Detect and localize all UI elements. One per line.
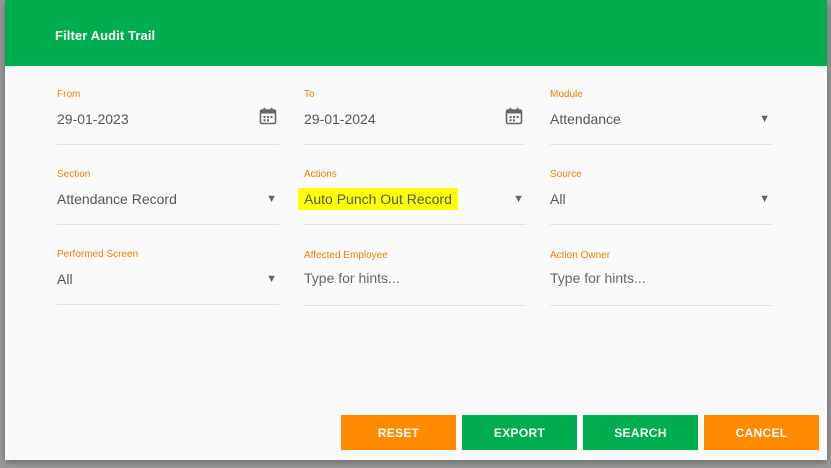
cancel-button[interactable]: CANCEL [704,415,819,450]
actions-label: Actions [304,169,337,180]
actions-select[interactable]: Actions Auto Punch Out Record ▼ [298,169,526,225]
chevron-down-icon[interactable]: ▼ [759,193,770,205]
action-owner-label: Action Owner [550,250,611,261]
dialog-header: Filter Audit Trail [5,0,827,66]
section-label: Section [57,169,91,180]
from-label: From [57,89,81,100]
performed-screen-select[interactable]: Performed Screen All ▼ [57,249,279,305]
from-date-value[interactable]: 29-01-2023 [57,111,129,127]
performed-screen-value[interactable]: All [57,271,73,287]
dialog-title: Filter Audit Trail [55,28,156,43]
calendar-icon[interactable] [259,107,277,125]
module-select[interactable]: Module Attendance ▼ [550,89,772,145]
calendar-icon[interactable] [505,107,523,125]
module-value[interactable]: Attendance [550,111,621,127]
action-owner-field[interactable]: Action Owner [550,250,772,306]
source-select[interactable]: Source All ▼ [550,169,772,225]
filter-audit-trail-dialog: Filter Audit Trail From 29-01-2023 To 29… [5,0,827,460]
export-button[interactable]: EXPORT [462,415,577,450]
action-owner-input[interactable] [550,270,772,286]
to-date-value[interactable]: 29-01-2024 [304,111,376,127]
chevron-down-icon[interactable]: ▼ [266,193,277,205]
affected-employee-input[interactable] [304,270,526,286]
actions-value[interactable]: Auto Punch Out Record [298,188,458,210]
chevron-down-icon[interactable]: ▼ [513,193,524,205]
affected-employee-label: Affected Employee [304,250,388,261]
reset-button[interactable]: RESET [341,415,456,450]
from-date-field[interactable]: From 29-01-2023 [57,89,279,145]
source-label: Source [550,169,582,180]
search-button[interactable]: SEARCH [583,415,698,450]
affected-employee-field[interactable]: Affected Employee [304,250,526,306]
chevron-down-icon[interactable]: ▼ [759,113,770,125]
performed-screen-label: Performed Screen [57,249,139,260]
chevron-down-icon[interactable]: ▼ [266,273,277,285]
actions-value-highlight: Auto Punch Out Record [298,188,458,210]
source-value[interactable]: All [550,191,566,207]
section-select[interactable]: Section Attendance Record ▼ [57,169,279,225]
to-date-field[interactable]: To 29-01-2024 [304,89,525,145]
section-value[interactable]: Attendance Record [57,191,177,207]
to-label: To [304,89,315,100]
module-label: Module [550,89,583,100]
